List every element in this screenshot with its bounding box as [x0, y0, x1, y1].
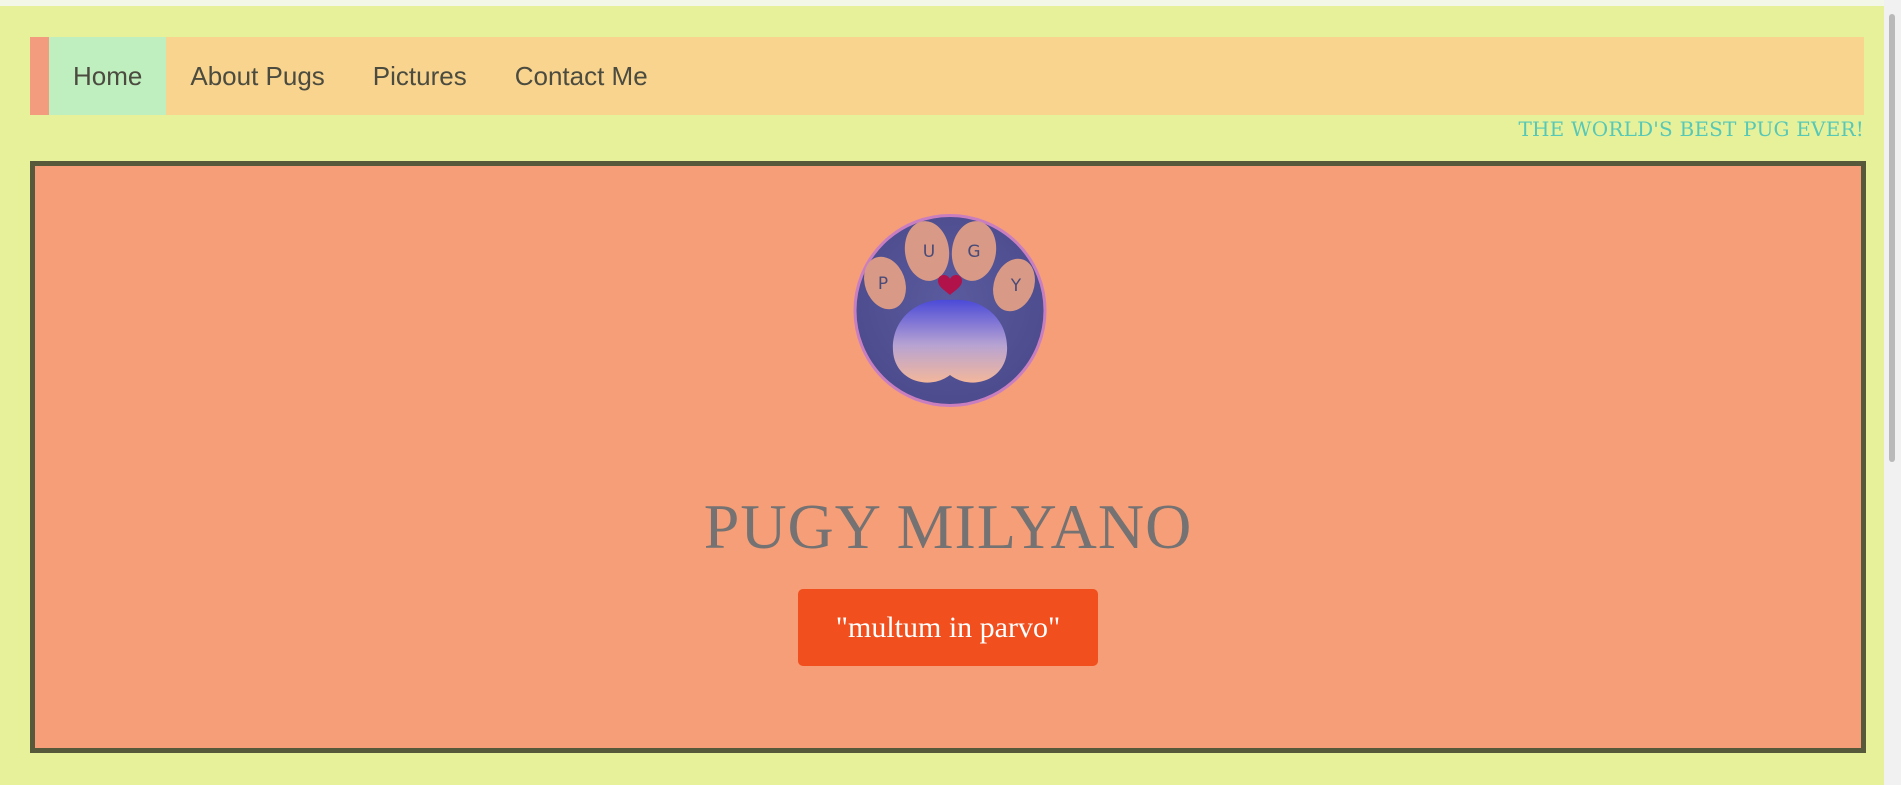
nav-item-pictures[interactable]: Pictures [349, 37, 491, 115]
hero-title: PUGY MILYANO [703, 491, 1193, 562]
top-strip [0, 0, 1901, 6]
logo-letter-u: U [923, 242, 935, 262]
vertical-scrollbar[interactable] [1884, 0, 1901, 785]
main-navbar: Home About Pugs Pictures Contact Me [30, 37, 1864, 115]
nav-item-about-pugs[interactable]: About Pugs [166, 37, 348, 115]
nav-item-contact-me[interactable]: Contact Me [491, 37, 672, 115]
site-tagline: THE WORLD'S BEST PUG EVER! [1518, 117, 1864, 141]
motto-button[interactable]: "multum in parvo" [798, 589, 1098, 666]
pug-paw-logo-icon: P U G Y [853, 214, 1047, 407]
scrollbar-thumb[interactable] [1889, 14, 1895, 462]
nav-item-home[interactable]: Home [49, 37, 167, 115]
logo-letter-g: G [967, 242, 980, 262]
logo-letter-p: P [878, 274, 888, 294]
logo-letter-y: Y [1010, 276, 1022, 296]
nav-accent-bar [30, 37, 49, 115]
hero-section: P U G Y PUGY MILYANO "multum in parvo" [30, 161, 1866, 753]
